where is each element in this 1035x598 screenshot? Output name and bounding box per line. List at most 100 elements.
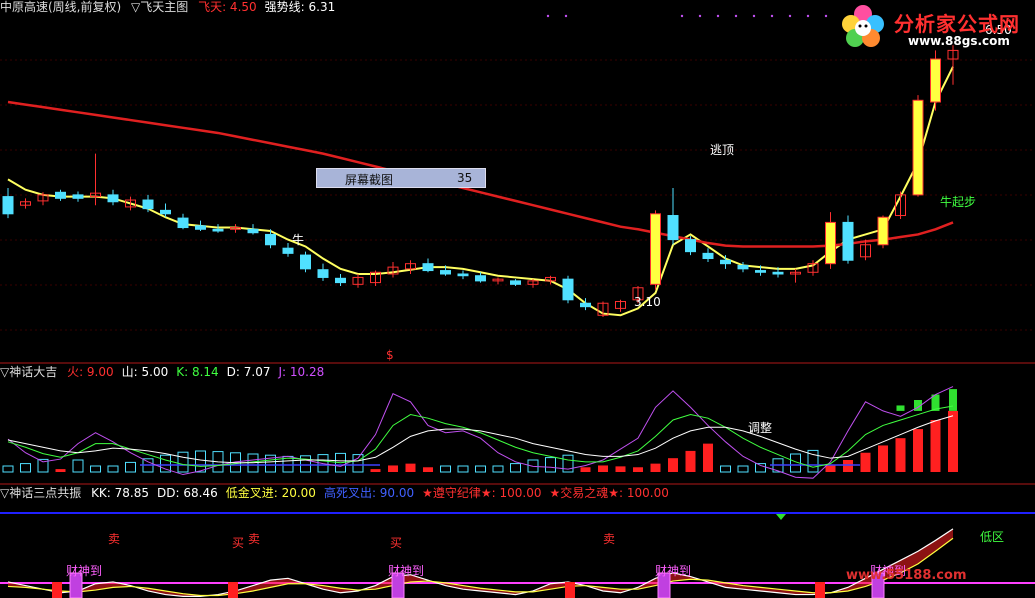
candle-body-4 — [72, 194, 84, 199]
candle-body-0 — [2, 196, 14, 215]
wealth-mark-2: 财神到 — [388, 564, 425, 578]
fire-bar-35 — [615, 466, 626, 472]
indicator-name: ▽飞天主图 — [131, 0, 189, 14]
candle-body-18 — [317, 269, 329, 278]
mountain-bar-29 — [510, 463, 521, 473]
resonance-field-0: KK: 78.85 — [91, 486, 150, 500]
fire-bar-51 — [895, 438, 906, 472]
main-fields: 飞天: 4.50 强势线: 6.31 — [198, 0, 343, 14]
fire-bar-39 — [685, 450, 696, 472]
stock-title: 中原高速(周线,前复权) — [0, 0, 122, 14]
fire-bar-48 — [843, 460, 853, 472]
candle-body-12 — [212, 228, 224, 232]
resonance-fields: KK: 78.85 DD: 68.46 低金叉进: 20.00 高死叉出: 90.00… — [91, 486, 677, 500]
chart-canvas — [0, 14, 1035, 598]
candle-body-33 — [580, 302, 591, 308]
escape-top-label: 逃顶 — [710, 143, 735, 157]
candle-body-40 — [702, 252, 714, 260]
signal-dot-1 — [564, 14, 568, 18]
fire-bar-3 — [55, 469, 66, 472]
signal-dot-5 — [734, 14, 738, 18]
dji-title: ▽神话大吉 — [0, 365, 58, 379]
fire-bar-33 — [580, 467, 591, 472]
resonance-line-0 — [7, 528, 954, 597]
candle-body-48 — [842, 221, 854, 261]
fire-bar-40 — [703, 443, 713, 472]
red-pillar-0 — [52, 582, 62, 598]
mountain-bar-6 — [107, 465, 119, 473]
candle-body-37 — [650, 213, 661, 285]
site-logo[interactable]: 分析家公式网 www.88gs.com — [836, 4, 1035, 52]
fire-bar-50 — [878, 445, 888, 472]
mountain-bar-43 — [755, 463, 766, 473]
dji-field-1: 山: 5.00 — [121, 365, 169, 379]
candle-body-26 — [457, 273, 469, 277]
signal-dot-7 — [770, 14, 774, 18]
kk-dd-band — [8, 528, 953, 597]
watermark: www.55188.com — [846, 568, 967, 583]
main-panel-header: 中原高速(周线,前复权) ▽飞天主图 飞天: 4.50 强势线: 6.31 — [0, 0, 349, 14]
candle-body-17 — [300, 254, 311, 270]
resonance-field-2: 低金叉进: 20.00 — [225, 486, 316, 500]
mountain-bar-5 — [90, 465, 101, 473]
red-pillar-1 — [228, 582, 238, 598]
resonance-field-5: ★交易之魂★: 100.00 — [549, 486, 669, 500]
resonance-title: ▽神话三点共振 — [0, 486, 82, 500]
mountain-bar-17 — [300, 455, 311, 473]
candle-body-9 — [160, 209, 171, 215]
candle-body-11 — [195, 225, 206, 230]
fire-bar-23 — [405, 463, 416, 472]
adjust-label: 调整 — [748, 421, 773, 435]
candle-body-24 — [422, 263, 434, 272]
signal-arrow — [776, 514, 786, 520]
sell-mark-2: 卖 — [248, 532, 261, 546]
signal-dot-4 — [716, 14, 720, 18]
logo-url: www.88gs.com — [908, 34, 1010, 48]
mountain-bar-11 — [195, 450, 206, 473]
kdj-line-2 — [7, 415, 954, 464]
signal-dot-0 — [546, 14, 550, 18]
candle-body-10 — [177, 217, 189, 229]
candle-body-19 — [335, 277, 346, 284]
green-bar-0 — [896, 405, 905, 411]
dji-panel — [2, 386, 958, 479]
candle-body-38 — [667, 215, 679, 241]
candle-body-3 — [55, 191, 66, 199]
fire-bar-52 — [913, 429, 923, 472]
candle-body-47 — [825, 221, 836, 265]
candle-body-29 — [510, 280, 521, 285]
bull-mark-label: 牛 — [292, 233, 305, 247]
mountain-bar-20 — [352, 454, 364, 473]
candle-body-27 — [475, 275, 486, 282]
candle-body-8 — [142, 199, 154, 210]
candle-body-25 — [440, 270, 451, 275]
flower-icon — [842, 5, 884, 47]
bull-start-label: 牛起步 — [940, 195, 977, 209]
fire-bar-38 — [668, 458, 678, 472]
candle-body-6 — [107, 194, 119, 203]
mountain-bar-31 — [545, 457, 556, 473]
mountain-bar-26 — [457, 465, 469, 473]
main-field-0: 飞天: 4.50 — [198, 0, 257, 14]
red-pillar-3 — [815, 582, 825, 598]
signal-dot-8 — [788, 14, 792, 18]
candle-body-15 — [265, 233, 276, 246]
screenshot-value: 35 — [457, 171, 473, 185]
fire-bar-34 — [598, 465, 608, 472]
logo-text: 分析家公式网 — [894, 12, 1020, 36]
candle-body-53 — [930, 58, 941, 103]
dji-fields: 火: 9.00 山: 5.00 K: 8.14 D: 7.07 J: 10.28 — [67, 365, 332, 379]
candle-body-39 — [685, 239, 696, 253]
red-pillar-2 — [565, 582, 575, 598]
signal-dot-2 — [680, 14, 684, 18]
screenshot-button[interactable]: 屏幕截图 35 — [316, 168, 486, 188]
fire-bar-22 — [388, 465, 398, 472]
wealth-mark-3: 财神到 — [655, 564, 692, 578]
dji-field-2: K: 8.14 — [176, 365, 219, 379]
mountain-bar-42 — [737, 465, 749, 473]
sell-mark-3: 卖 — [603, 532, 616, 546]
candle-body-52 — [912, 99, 924, 196]
fire-bar-37 — [650, 463, 661, 472]
fire-bar-47 — [825, 465, 836, 472]
low-price-label: 3.10 — [634, 295, 661, 309]
